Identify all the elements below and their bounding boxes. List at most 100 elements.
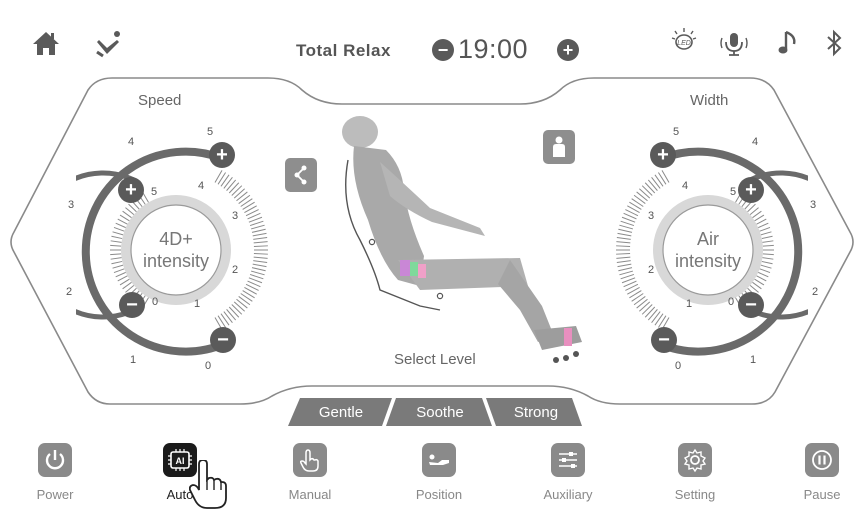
power-icon xyxy=(38,443,72,477)
voice-icon[interactable] xyxy=(718,27,750,59)
speed-inner-tick-0: 0 xyxy=(151,296,159,308)
dial-tick-mark xyxy=(761,260,773,265)
dial-tick-mark xyxy=(762,240,774,243)
dial-tick-mark xyxy=(119,214,130,222)
dial-tick-mark xyxy=(654,174,664,187)
dial-tick-mark xyxy=(110,244,122,247)
nav-power[interactable]: Power xyxy=(20,440,90,514)
dial-tick-mark xyxy=(236,191,248,202)
level-tab-strong[interactable]: Strong xyxy=(494,398,578,426)
level-selector: Gentle Soothe Strong xyxy=(286,398,584,426)
nav-setting[interactable]: Setting xyxy=(660,440,730,514)
dial-tick-mark xyxy=(762,244,774,247)
width-outer-tick-1: 1 xyxy=(749,354,757,366)
speed-dial-center-line1: 4D+ xyxy=(159,229,193,249)
dial-tick-mark xyxy=(223,311,233,323)
dial-tick-mark xyxy=(249,273,264,280)
level-tab-soothe[interactable]: Soothe xyxy=(394,398,486,426)
speed-outer-tick-3: 3 xyxy=(67,199,75,211)
width-dial-center-line1: Air xyxy=(697,229,719,249)
dial-tick-mark xyxy=(636,298,648,309)
width-inner-tick-1: 1 xyxy=(685,298,693,310)
dial-tick-mark xyxy=(616,256,631,259)
nav-position-label: Position xyxy=(415,487,463,502)
speed-inner-minus-button[interactable]: − xyxy=(119,292,145,318)
level-tab-gentle[interactable]: Gentle xyxy=(300,398,382,426)
dial-tick-mark xyxy=(617,263,632,268)
svg-text:LED: LED xyxy=(677,40,691,47)
width-outer-tick-5: 5 xyxy=(672,126,680,138)
speed-inner-tick-3: 3 xyxy=(231,210,239,222)
dial-tick-mark xyxy=(754,278,765,286)
home-icon[interactable] xyxy=(30,27,62,59)
dial-tick-mark xyxy=(253,253,268,255)
dial-tick-mark xyxy=(252,232,267,237)
nav-pause[interactable]: Pause xyxy=(787,440,857,514)
dial-tick-mark xyxy=(111,260,123,265)
dial-tick-mark xyxy=(226,309,237,321)
nav-auto[interactable]: AI Auto xyxy=(145,440,227,514)
width-outer-minus-button[interactable]: − xyxy=(651,327,677,353)
dial-tick-mark xyxy=(616,253,631,255)
dial-tick-mark xyxy=(112,231,124,236)
dial-tick-mark xyxy=(633,296,646,306)
dial-tick-mark xyxy=(620,273,635,280)
share-icon[interactable] xyxy=(285,158,317,192)
dial-tick-mark xyxy=(115,271,126,278)
dial-tick-mark xyxy=(240,293,253,302)
dial-tick-mark xyxy=(115,222,126,229)
width-inner-minus-button[interactable]: − xyxy=(738,292,764,318)
dial-tick-mark xyxy=(641,185,653,196)
nav-auxiliary[interactable]: Auxiliary xyxy=(533,440,603,514)
recline-icon xyxy=(422,443,456,477)
dial-tick-mark xyxy=(631,293,644,302)
dial-tick-mark xyxy=(250,270,265,276)
bluetooth-icon[interactable] xyxy=(818,27,850,59)
width-outer-plus-button[interactable]: + xyxy=(650,142,676,168)
dial-tick-mark xyxy=(113,268,125,274)
dial-tick-mark xyxy=(231,185,243,196)
nav-setting-label: Setting xyxy=(674,487,716,502)
dial-tick-mark xyxy=(112,264,124,269)
dial-tick-mark xyxy=(759,226,771,232)
music-icon[interactable] xyxy=(773,27,805,59)
dial-tick-mark xyxy=(231,304,243,315)
hand-pointer-icon xyxy=(189,460,227,509)
speed-inner-plus-button[interactable]: + xyxy=(118,177,144,203)
dial-tick-mark xyxy=(631,198,644,207)
led-icon[interactable]: LED xyxy=(668,24,700,56)
program-title: Total Relax xyxy=(296,41,391,60)
speed-outer-minus-button[interactable]: − xyxy=(210,327,236,353)
dial-tick-mark xyxy=(647,179,658,191)
dial-tick-mark xyxy=(117,218,128,225)
dial-tick-mark xyxy=(110,253,122,256)
dial-tick-mark xyxy=(644,306,656,318)
nav-power-label: Power xyxy=(36,487,74,502)
nav-manual[interactable]: Manual xyxy=(275,440,345,514)
nav-pause-label: Pause xyxy=(803,487,841,502)
dial-tick-mark xyxy=(641,304,653,315)
timer-increase-button[interactable]: + xyxy=(557,39,579,61)
dial-tick-mark xyxy=(762,253,774,256)
width-dial-center-line2: intensity xyxy=(674,251,742,271)
timer-decrease-button[interactable]: − xyxy=(432,39,454,61)
dial-tick-mark xyxy=(110,240,122,243)
zero-gravity-icon[interactable] xyxy=(92,27,124,59)
nav-position[interactable]: Position xyxy=(404,440,474,514)
dial-tick-mark xyxy=(758,222,769,229)
width-dial-title: Width xyxy=(690,92,729,109)
speed-outer-plus-button[interactable]: + xyxy=(209,142,235,168)
dial-tick-mark xyxy=(762,257,774,260)
dial-tick-mark xyxy=(759,268,771,274)
dial-tick-mark xyxy=(220,313,230,326)
dial-tick-mark xyxy=(639,188,651,199)
nav-auxiliary-label: Auxiliary xyxy=(543,487,593,502)
dial-tick-mark xyxy=(119,278,130,286)
width-inner-plus-button[interactable]: + xyxy=(738,177,764,203)
dial-tick-mark xyxy=(253,260,268,264)
dial-tick-mark xyxy=(647,309,658,321)
width-inner-tick-3: 3 xyxy=(647,210,655,222)
dial-tick-mark xyxy=(253,241,268,244)
dial-tick-mark xyxy=(633,194,646,204)
dial-tick-mark xyxy=(240,198,253,207)
